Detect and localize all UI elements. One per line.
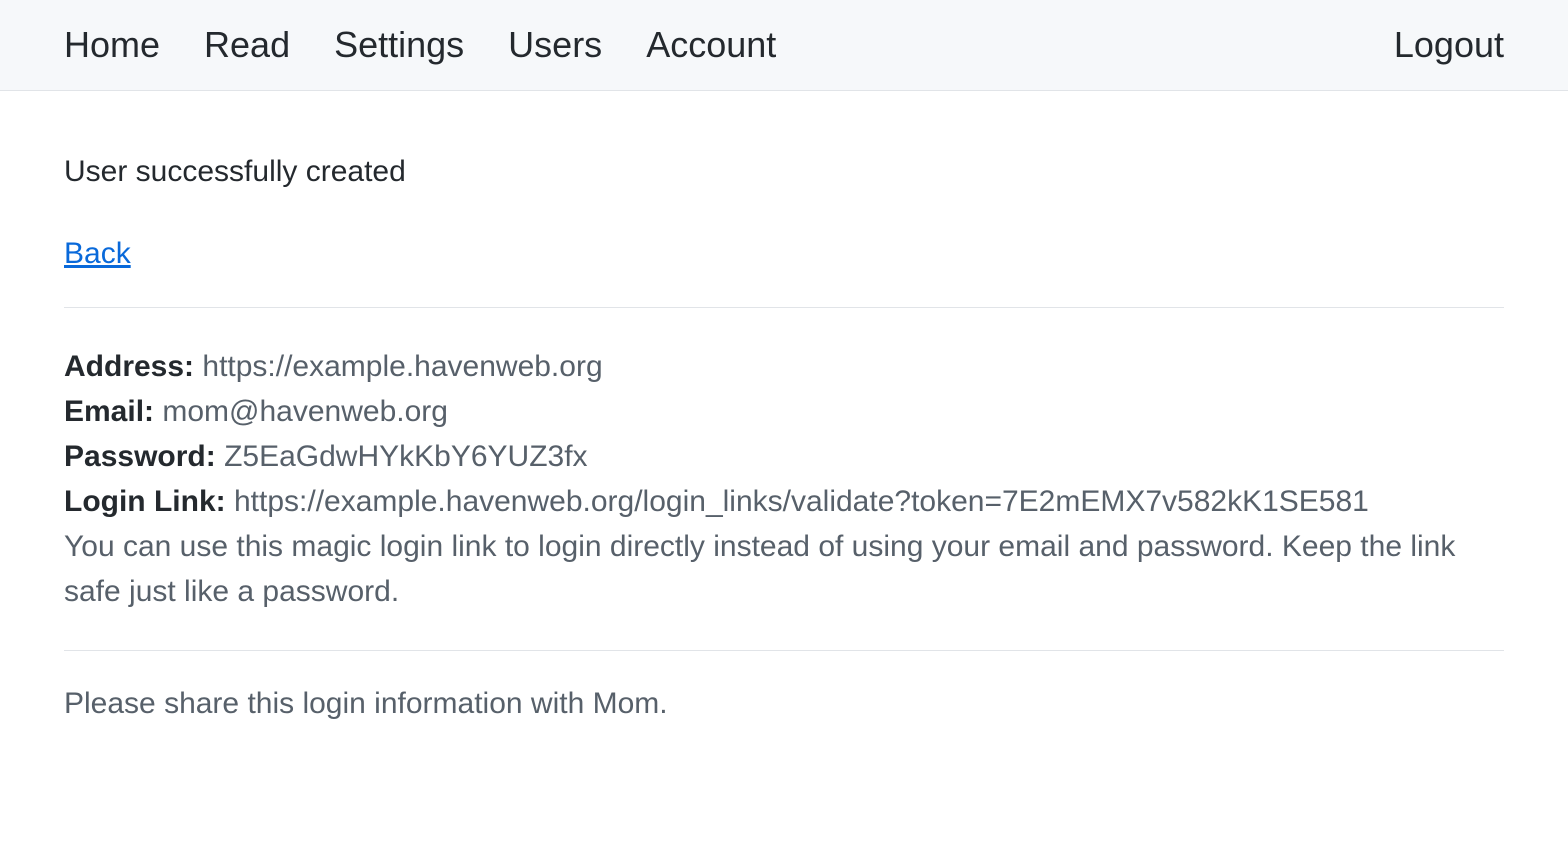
- address-value: https://example.havenweb.org: [202, 350, 602, 383]
- user-info-block: Address: https://example.havenweb.org Em…: [64, 344, 1504, 614]
- address-line: Address: https://example.havenweb.org: [64, 344, 1504, 389]
- password-line: Password: Z5EaGdwHYkKbY6YUZ3fx: [64, 434, 1504, 479]
- nav-read[interactable]: Read: [204, 24, 290, 66]
- nav-left: Home Read Settings Users Account: [64, 24, 776, 66]
- status-message: User successfully created: [64, 155, 1504, 189]
- password-label: Password:: [64, 440, 216, 473]
- nav-right: Logout: [1394, 24, 1504, 66]
- password-value: Z5EaGdwHYkKbY6YUZ3fx: [224, 440, 587, 473]
- divider-bottom: [64, 650, 1504, 651]
- nav-logout[interactable]: Logout: [1394, 24, 1504, 65]
- nav-settings[interactable]: Settings: [334, 24, 464, 66]
- email-label: Email:: [64, 395, 154, 428]
- email-line: Email: mom@havenweb.org: [64, 389, 1504, 434]
- share-note: Please share this login information with…: [64, 687, 1504, 721]
- back-link[interactable]: Back: [64, 237, 131, 271]
- email-value: mom@havenweb.org: [162, 395, 448, 428]
- nav-account[interactable]: Account: [646, 24, 776, 66]
- login-link-value: https://example.havenweb.org/login_links…: [234, 485, 1369, 518]
- main-content: User successfully created Back Address: …: [0, 91, 1568, 721]
- login-link-label: Login Link:: [64, 485, 226, 518]
- login-link-line: Login Link: https://example.havenweb.org…: [64, 479, 1504, 524]
- nav-users[interactable]: Users: [508, 24, 602, 66]
- navbar: Home Read Settings Users Account Logout: [0, 0, 1568, 91]
- nav-home[interactable]: Home: [64, 24, 160, 66]
- divider-top: [64, 307, 1504, 308]
- address-label: Address:: [64, 350, 194, 383]
- login-link-note: You can use this magic login link to log…: [64, 524, 1504, 614]
